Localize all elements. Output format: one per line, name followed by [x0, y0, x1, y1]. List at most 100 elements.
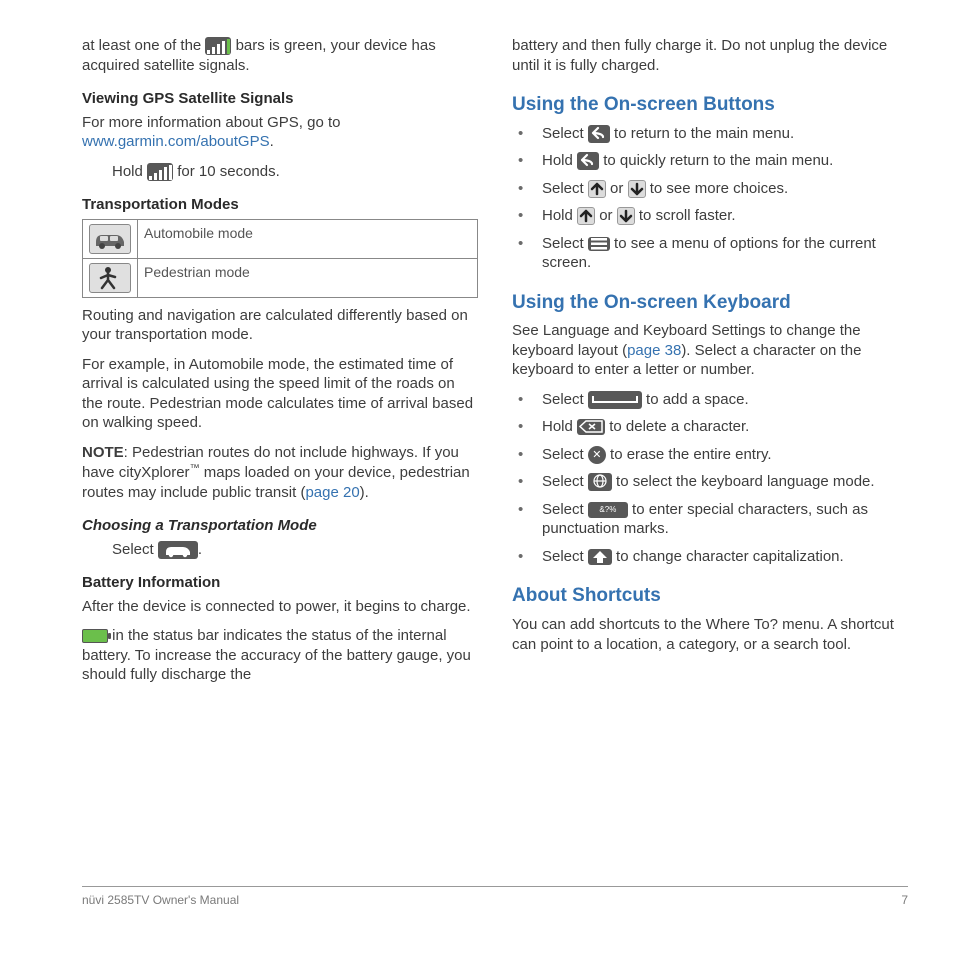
mode-label-cell: Pedestrian mode: [138, 258, 478, 297]
battery-paragraph-1: After the device is connected to power, …: [82, 597, 478, 617]
heading-transportation-modes: Transportation Modes: [82, 195, 478, 215]
back-icon: [577, 152, 599, 170]
heading-onscreen-keyboard: Using the On-screen Keyboard: [512, 291, 908, 316]
list-item: • Select to add a space.: [512, 390, 908, 410]
signal-bars-icon: [205, 37, 231, 55]
link-page-20[interactable]: page 20: [305, 484, 359, 501]
text: or: [599, 207, 617, 224]
trademark: ™: [190, 463, 200, 474]
globe-key-icon: [588, 473, 612, 491]
link-garmin-gps[interactable]: www.garmin.com/aboutGPS: [82, 133, 270, 150]
shortcuts-paragraph: You can add shortcuts to the Where To? m…: [512, 615, 908, 654]
gps-hold-instruction: Hold for 10 seconds.: [82, 162, 478, 182]
battery-icon: [82, 629, 108, 643]
list-item: • Select or to see more choices.: [512, 179, 908, 199]
text: Select: [542, 391, 588, 408]
heading-battery-info: Battery Information: [82, 573, 478, 593]
keyboard-intro: See Language and Keyboard Settings to ch…: [512, 321, 908, 380]
text: to scroll faster.: [639, 207, 736, 224]
text: .: [198, 541, 202, 558]
list-item: • Select to return to the main menu.: [512, 124, 908, 144]
text: Hold: [542, 207, 577, 224]
text: to select the keyboard language mode.: [616, 473, 875, 490]
footer-manual-title: nüvi 2585TV Owner's Manual: [82, 893, 239, 907]
text: For more information about GPS, go to: [82, 114, 340, 131]
list-item: • Select ✕ to erase the entire entry.: [512, 445, 908, 465]
heading-onscreen-buttons: Using the On-screen Buttons: [512, 93, 908, 118]
text: to quickly return to the main menu.: [603, 152, 833, 169]
text: ).: [360, 484, 369, 501]
clear-key-icon: ✕: [588, 446, 606, 464]
heading-gps-signals: Viewing GPS Satellite Signals: [82, 89, 478, 109]
list-item: • Select &?% to enter special characters…: [512, 500, 908, 539]
arrow-down-icon: [628, 180, 646, 198]
text: Hold: [112, 163, 147, 180]
keyboard-list: • Select to add a space. • Hold to delet…: [512, 390, 908, 567]
text: to return to the main menu.: [614, 125, 794, 142]
page-footer: nüvi 2585TV Owner's Manual 7: [82, 886, 908, 907]
table-row: Automobile mode: [83, 219, 478, 258]
text: Select: [542, 548, 588, 565]
heading-about-shortcuts: About Shortcuts: [512, 584, 908, 609]
mode-icon-cell: [83, 258, 138, 297]
battery-continued: battery and then fully charge it. Do not…: [512, 36, 908, 75]
arrow-up-icon: [588, 180, 606, 198]
text: Select: [542, 125, 588, 142]
text: Select: [542, 446, 588, 463]
menu-icon: [588, 237, 610, 251]
text: Hold: [542, 152, 577, 169]
list-item: • Hold to quickly return to the main men…: [512, 151, 908, 171]
text: Select: [542, 180, 588, 197]
mode-label-cell: Automobile mode: [138, 219, 478, 258]
trans-note: NOTE: Pedestrian routes do not include h…: [82, 443, 478, 503]
pedestrian-mode-icon: [89, 263, 131, 293]
buttons-list: • Select to return to the main menu. • H…: [512, 124, 908, 273]
table-row: Pedestrian mode: [83, 258, 478, 297]
text: to see more choices.: [650, 180, 788, 197]
back-icon: [588, 125, 610, 143]
text: to erase the entire entry.: [610, 446, 771, 463]
list-item: • Select to see a menu of options for th…: [512, 234, 908, 273]
trans-paragraph-2: For example, in Automobile mode, the est…: [82, 355, 478, 433]
link-page-38[interactable]: page 38: [627, 342, 681, 359]
arrow-down-icon: [617, 207, 635, 225]
footer-page-number: 7: [901, 893, 908, 907]
gps-paragraph: For more information about GPS, go to ww…: [82, 113, 478, 152]
text: or: [610, 180, 628, 197]
text: Select: [542, 235, 588, 252]
battery-paragraph-2: in the status bar indicates the status o…: [82, 626, 478, 685]
page-body: at least one of the bars is green, your …: [0, 0, 954, 886]
text: at least one of the: [82, 37, 205, 54]
list-item: • Hold or to scroll faster.: [512, 206, 908, 226]
space-key-icon: [588, 391, 642, 409]
heading-choosing-mode: Choosing a Transportation Mode: [82, 516, 478, 536]
text: Hold: [542, 418, 577, 435]
shift-key-icon: [588, 549, 612, 565]
text: to add a space.: [646, 391, 749, 408]
transportation-modes-table: Automobile mode Pedestrian mode: [82, 219, 478, 298]
list-item: • Select to select the keyboard language…: [512, 472, 908, 492]
note-label: NOTE: [82, 444, 124, 461]
left-column: at least one of the bars is green, your …: [82, 36, 478, 886]
signal-bars-icon: [147, 163, 173, 181]
special-chars-key-icon: &?%: [588, 502, 628, 518]
text: to delete a character.: [609, 418, 749, 435]
automobile-mode-icon: [158, 541, 198, 559]
arrow-up-icon: [577, 207, 595, 225]
intro-paragraph: at least one of the bars is green, your …: [82, 36, 478, 75]
automobile-mode-icon: [89, 224, 131, 254]
text: Select: [112, 541, 158, 558]
mode-icon-cell: [83, 219, 138, 258]
choose-mode-instruction: Select .: [82, 540, 478, 560]
trans-paragraph-1: Routing and navigation are calculated di…: [82, 306, 478, 345]
text: to change character capitalization.: [616, 548, 844, 565]
text: Select: [542, 473, 588, 490]
list-item: • Hold to delete a character.: [512, 417, 908, 437]
backspace-key-icon: [577, 419, 605, 435]
text: Select: [542, 501, 588, 518]
list-item: • Select to change character capitalizat…: [512, 547, 908, 567]
text: in the status bar indicates the status o…: [82, 627, 471, 683]
right-column: battery and then fully charge it. Do not…: [512, 36, 908, 886]
text: .: [270, 133, 274, 150]
text: for 10 seconds.: [177, 163, 280, 180]
